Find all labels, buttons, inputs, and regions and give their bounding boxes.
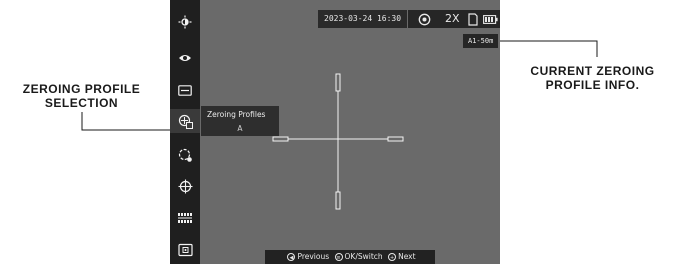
status-indicators: 2X — [408, 10, 500, 28]
sd-card-icon — [468, 13, 478, 26]
zoom-level: 2X — [445, 12, 460, 25]
ok-switch-hint: OK/Switch — [344, 252, 383, 261]
previous-key-icon: ◀ — [287, 253, 296, 261]
hotspot-tracking-icon — [418, 13, 431, 26]
callout-zeroing-profile-selection: ZEROING PROFILE SELECTION — [22, 82, 141, 110]
zeroing-profile-info: A1-50m — [463, 34, 499, 48]
menu-key-icon: ≡ — [334, 253, 343, 261]
callout-current-profile-info: CURRENT ZEROING PROFILE INFO. — [530, 64, 655, 92]
zeroing-profiles-popup[interactable]: Zeroing Profiles A — [201, 106, 279, 136]
battery-icon — [483, 15, 498, 24]
popup-selected-profile[interactable]: A — [201, 124, 279, 133]
popup-title: Zeroing Profiles — [207, 110, 266, 119]
key-hint-bar: ◀ Previous ≡ OK/Switch + Next — [265, 250, 435, 264]
status-bar: 2023-03-24 16:30 2X — [200, 10, 500, 28]
next-key-icon: + — [388, 253, 397, 261]
previous-hint: Previous — [297, 252, 330, 261]
datetime-display: 2023-03-24 16:30 — [318, 10, 408, 28]
next-hint: Next — [398, 252, 416, 261]
device-screen: 2023-03-24 16:30 2X A1-50m Zeroing Profi… — [170, 0, 500, 264]
